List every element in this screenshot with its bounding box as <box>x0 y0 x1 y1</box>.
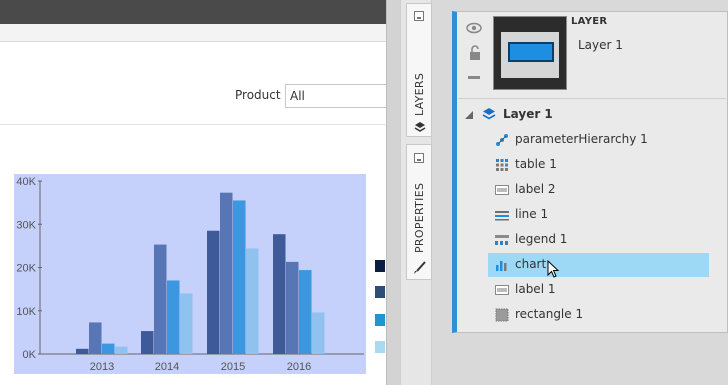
y-tick-label: 0K <box>23 349 37 361</box>
table-icon <box>496 159 508 171</box>
bar[interactable] <box>154 244 167 354</box>
tree-root-label: Layer 1 <box>503 107 553 121</box>
layer-heading: LAYER <box>571 16 608 27</box>
bar-chart-svg: 40K 30K 20K 10K 0K 2013 2014 2015 2016 <box>16 176 364 373</box>
x-tick-label: 2016 <box>287 361 311 373</box>
tree-item-line[interactable]: line 1 <box>488 203 709 227</box>
legend-icon <box>495 235 509 245</box>
tree-item-label: label 2 <box>515 182 556 196</box>
tree-root-layer-1[interactable]: Layer 1 <box>462 106 702 126</box>
y-tick-label: 10K <box>16 306 36 318</box>
y-tick-label: 20K <box>16 263 36 275</box>
x-tick-label: 2015 <box>221 361 245 373</box>
layer-thumbnail-chart <box>508 42 554 62</box>
layers-icon <box>414 122 426 132</box>
tab-properties[interactable]: PROPERTIES <box>406 144 432 280</box>
secondary-toolbar <box>0 24 386 42</box>
line-icon <box>495 211 509 221</box>
product-filter-select[interactable]: All <box>285 84 386 108</box>
minimize-icon[interactable] <box>414 153 424 163</box>
tree-item-label: legend 1 <box>515 232 568 246</box>
tree-item-table[interactable]: table 1 <box>488 153 709 177</box>
legend-swatch-2 <box>375 286 385 298</box>
bar[interactable] <box>115 346 128 354</box>
rectangle-icon <box>495 308 509 322</box>
x-tick-label: 2014 <box>155 361 179 373</box>
bar[interactable] <box>180 293 193 354</box>
dashboard-canvas: Product All 40K 30K 20K 10K 0K 2013 2014 2015 20… <box>0 0 386 385</box>
bar-chart[interactable]: 40K 30K 20K 10K 0K 2013 2014 2015 2016 <box>14 174 366 374</box>
collapse-arrow-icon[interactable] <box>465 111 473 119</box>
minus-icon[interactable] <box>468 76 480 80</box>
bar[interactable] <box>299 270 312 354</box>
tab-properties-label: PROPERTIES <box>413 182 426 253</box>
bar[interactable] <box>273 234 286 354</box>
bar[interactable] <box>141 331 154 354</box>
tree-item-chart[interactable]: chart <box>488 253 709 278</box>
minimize-icon[interactable] <box>414 11 424 21</box>
legend-swatch-3 <box>375 314 385 326</box>
tree-item-legend[interactable]: legend 1 <box>488 228 709 252</box>
tree-item-parameterhierarchy[interactable]: parameterHierarchy 1 <box>488 128 709 152</box>
bar[interactable] <box>286 261 299 354</box>
tree-item-label-1[interactable]: label 1 <box>488 278 709 302</box>
bar[interactable] <box>102 343 115 354</box>
tree-item-label: chart <box>515 257 547 271</box>
layers-icon <box>482 108 496 120</box>
bar[interactable] <box>89 322 102 354</box>
tree-item-label: table 1 <box>515 157 557 171</box>
tab-layers-label: LAYERS <box>413 72 426 116</box>
bar[interactable] <box>220 192 233 354</box>
tree-item-label: parameterHierarchy 1 <box>515 132 648 146</box>
tree-item-rectangle[interactable]: rectangle 1 <box>488 303 709 327</box>
bar[interactable] <box>76 348 89 354</box>
tree-item-label: rectangle 1 <box>515 307 584 321</box>
bar[interactable] <box>233 200 246 354</box>
hierarchy-icon <box>496 134 508 146</box>
unlock-icon[interactable] <box>469 45 481 61</box>
product-filter-label: Product <box>235 88 281 102</box>
tree-item-label: label 1 <box>515 282 556 296</box>
mouse-cursor-icon <box>547 260 560 278</box>
legend-swatch-1 <box>375 260 385 272</box>
legend-swatch-4 <box>375 341 385 353</box>
bar[interactable] <box>246 248 259 354</box>
tree-item-label-2[interactable]: label 2 <box>488 178 709 202</box>
label-icon <box>495 185 509 195</box>
visibility-eye-icon[interactable] <box>466 22 482 34</box>
top-toolbar <box>0 0 386 24</box>
layer-name: Layer 1 <box>578 38 623 52</box>
label-icon <box>495 285 509 295</box>
y-tick-label: 30K <box>16 219 36 231</box>
panel-splitter[interactable] <box>386 0 400 385</box>
brush-icon <box>414 261 426 274</box>
chart-icon <box>496 261 507 271</box>
tab-layers[interactable]: LAYERS <box>406 3 432 137</box>
divider <box>0 124 386 125</box>
tree-item-label: line 1 <box>515 207 549 221</box>
bar[interactable] <box>167 280 180 354</box>
y-tick-label: 40K <box>16 176 36 188</box>
bar[interactable] <box>312 312 325 354</box>
x-tick-label: 2013 <box>90 361 114 373</box>
bar[interactable] <box>207 230 220 354</box>
divider <box>458 98 726 99</box>
